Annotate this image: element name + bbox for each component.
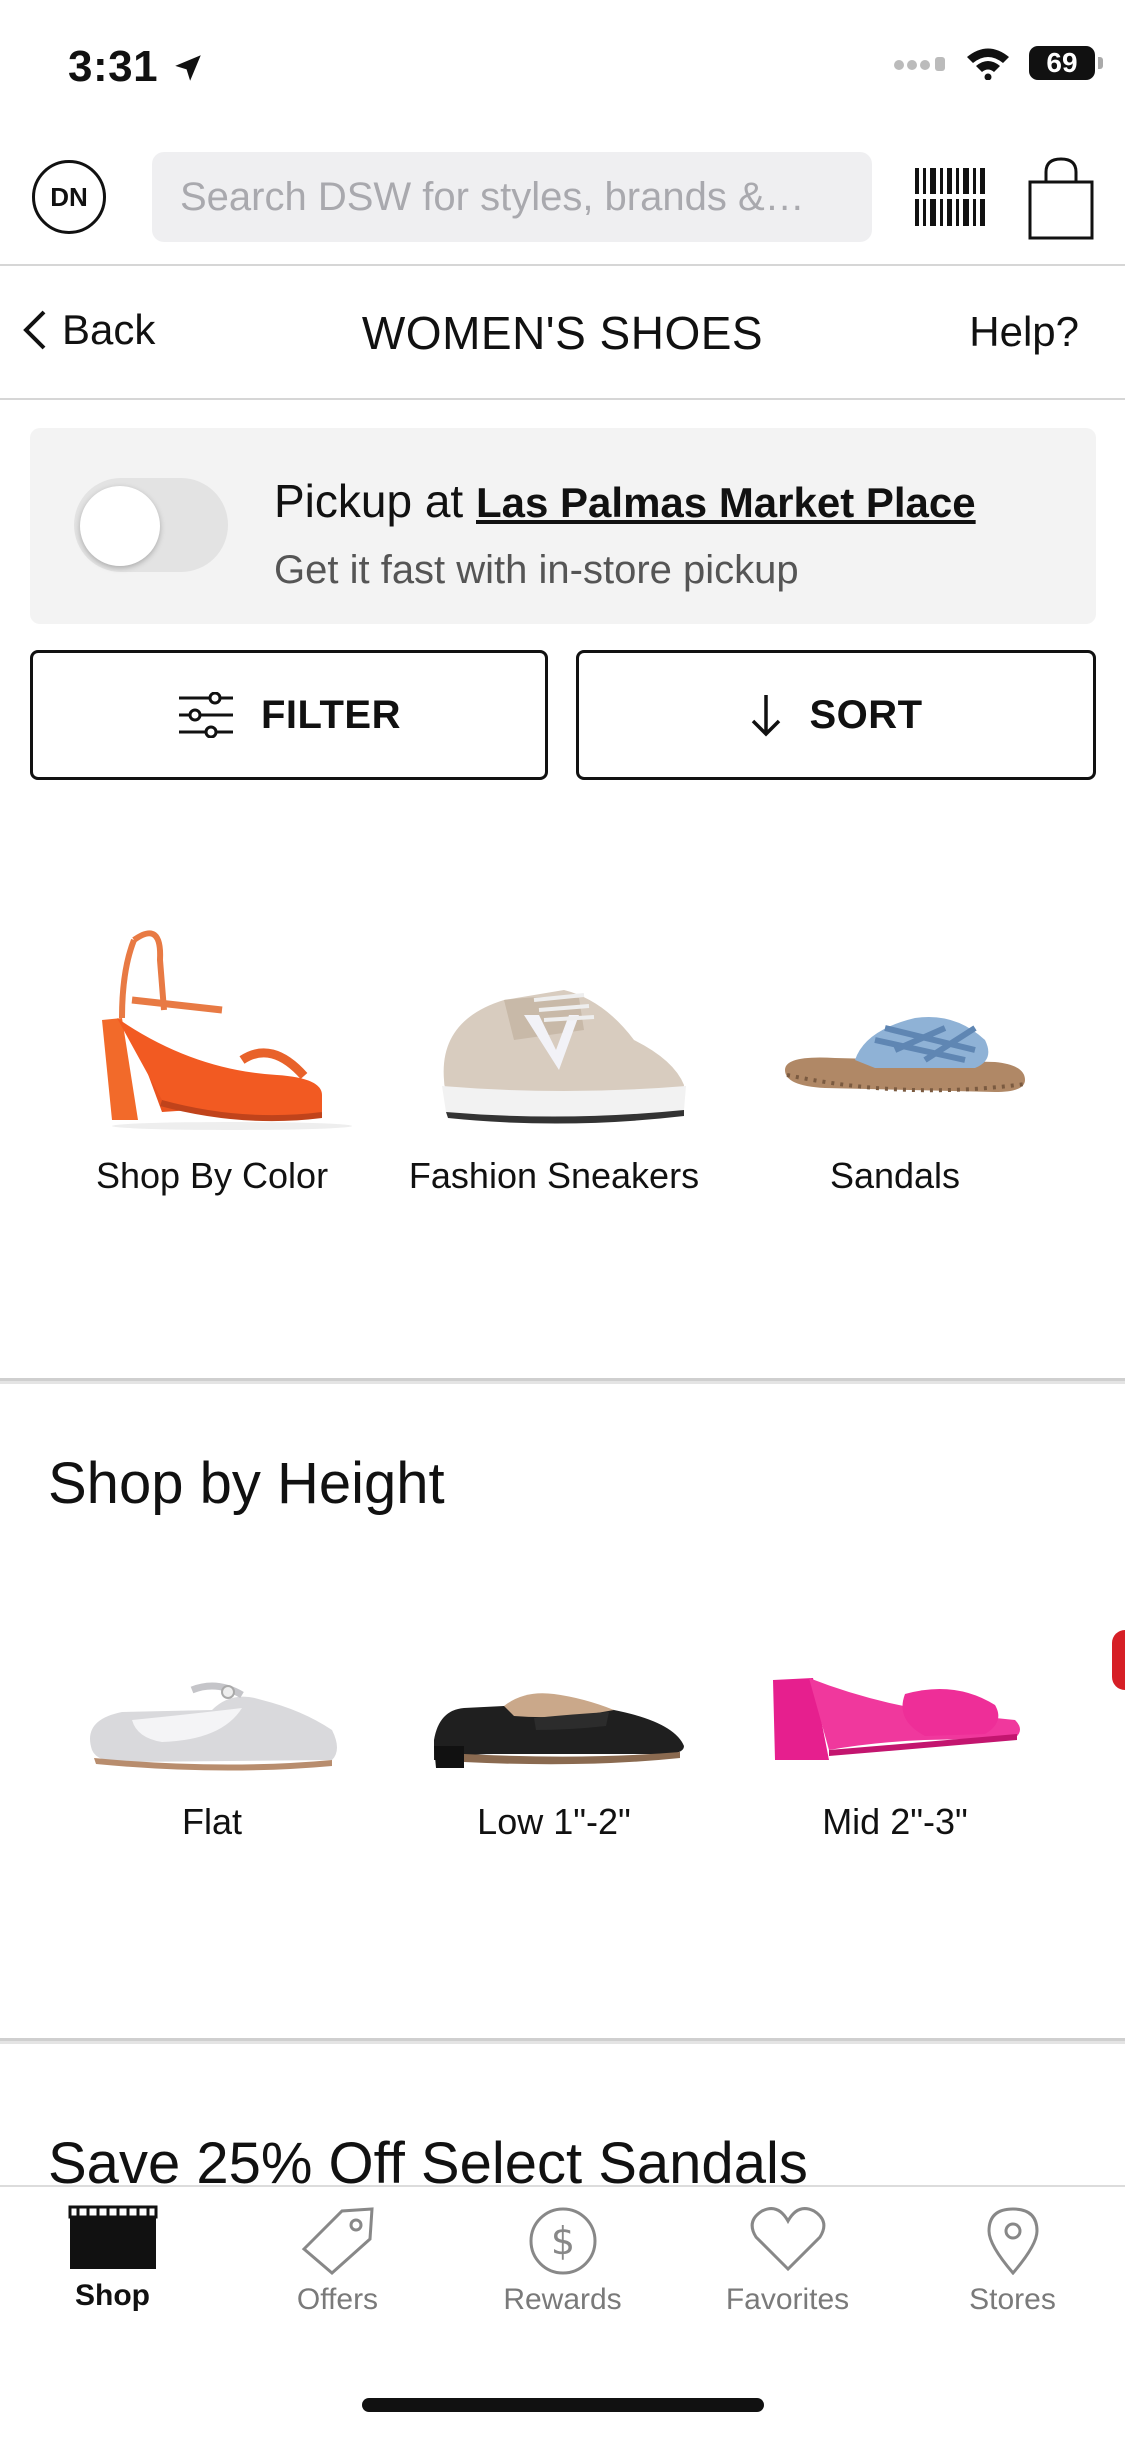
- sort-button[interactable]: SORT: [576, 650, 1096, 780]
- height-label: Flat: [181, 1801, 242, 1842]
- pink-mule-image: [773, 1678, 1020, 1760]
- category-label: Sandals: [829, 1155, 961, 1196]
- home-indicator: [362, 2398, 764, 2412]
- height-label: Low 1"-2": [477, 1801, 631, 1842]
- height-item[interactable]: Mid 2"-3": [725, 1650, 1065, 1850]
- height-item[interactable]: Flat: [42, 1650, 382, 1850]
- battery-icon: 69: [1029, 46, 1103, 80]
- store-icon: [68, 2205, 157, 2269]
- status-time-text: 3:31: [68, 42, 159, 91]
- barcode-scanner-icon[interactable]: [915, 168, 987, 226]
- tab-label: Shop: [75, 2279, 150, 2312]
- location-arrow-icon: [175, 55, 201, 81]
- tab-stores[interactable]: Stores: [900, 2205, 1125, 2317]
- tab-label: Offers: [296, 2283, 379, 2316]
- shopping-bag-icon[interactable]: [1026, 156, 1096, 242]
- tab-shop[interactable]: Shop: [0, 2205, 225, 2313]
- pickup-prefix: Pickup at: [274, 475, 476, 527]
- header-divider: [0, 264, 1125, 266]
- category-label: Fashion Sneakers: [408, 1155, 700, 1196]
- silver-flat-image: [90, 1682, 337, 1771]
- tag-icon: [301, 2207, 374, 2275]
- sort-label: SORT: [809, 692, 923, 737]
- signal-icon: [894, 57, 945, 71]
- avatar[interactable]: DN: [32, 160, 106, 234]
- tab-label: Rewards: [503, 2283, 622, 2316]
- tab-rewards[interactable]: $ Rewards: [450, 2205, 675, 2317]
- tab-label: Stores: [969, 2283, 1056, 2316]
- category-item[interactable]: Fashion Sneakers: [384, 900, 724, 1200]
- status-indicators: 69: [893, 46, 1103, 80]
- page-title: WOMEN'S SHOES: [361, 307, 764, 359]
- tab-label: Favorites: [725, 2283, 850, 2316]
- filter-button[interactable]: FILTER: [30, 650, 548, 780]
- svg-text:$: $: [550, 2219, 574, 2263]
- category-item[interactable]: Shop By Color: [42, 900, 382, 1200]
- dollar-circle-icon: $: [529, 2207, 596, 2275]
- section-divider: [0, 1378, 1125, 1384]
- section-title-height: Shop by Height: [48, 1451, 445, 1516]
- search-placeholder: Search DSW for styles, brands &…: [180, 174, 805, 219]
- avatar-initials: DN: [50, 181, 88, 212]
- arrow-down-icon: [752, 695, 781, 737]
- pickup-heading: Pickup at Las Palmas Market Place: [274, 474, 976, 528]
- orange-sandal-image: [102, 930, 352, 1130]
- height-item[interactable]: Low 1"-2": [384, 1650, 724, 1850]
- wifi-icon: [967, 48, 1009, 80]
- section-divider: [0, 2038, 1125, 2044]
- battery-level: 69: [1046, 47, 1078, 78]
- heart-icon: [750, 2207, 825, 2272]
- pickup-subtitle: Get it fast with in-store pickup: [274, 548, 799, 592]
- black-loafer-image: [434, 1693, 684, 1768]
- category-label: Shop By Color: [95, 1155, 329, 1196]
- category-item[interactable]: Sandals: [725, 900, 1065, 1200]
- height-label: Mid 2"-3": [822, 1801, 968, 1842]
- slide-sandal-image: [785, 1016, 1026, 1093]
- search-input[interactable]: Search DSW for styles, brands &…: [152, 152, 872, 242]
- nav-divider: [0, 398, 1125, 400]
- next-item-peek: [1112, 1630, 1125, 1690]
- status-time: 3:31: [68, 42, 205, 92]
- location-pin-icon: [986, 2207, 1039, 2275]
- tab-favorites[interactable]: Favorites: [675, 2205, 900, 2317]
- pickup-toggle-knob: [80, 486, 160, 566]
- help-link[interactable]: Help?: [969, 308, 1079, 356]
- pickup-store-link[interactable]: Las Palmas Market Place: [476, 479, 976, 526]
- sliders-icon: [178, 692, 233, 738]
- filter-label: FILTER: [260, 692, 401, 737]
- sneaker-image: [442, 990, 686, 1124]
- tab-offers[interactable]: Offers: [225, 2205, 450, 2317]
